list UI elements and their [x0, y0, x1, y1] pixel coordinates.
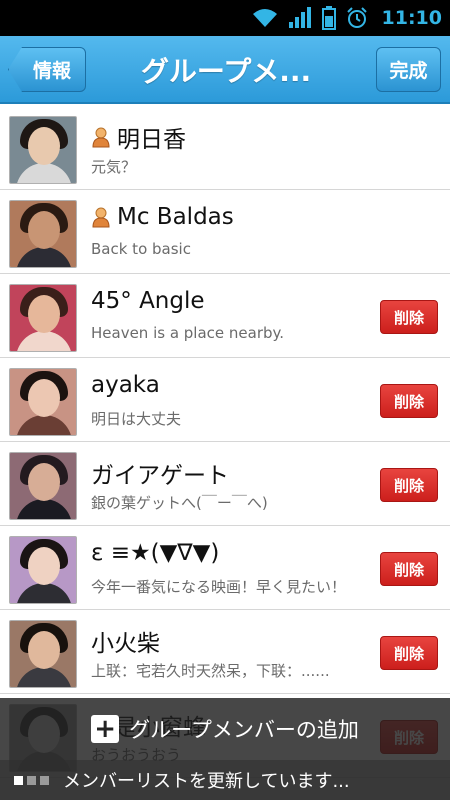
member-row[interactable]: ayaka 明日は大丈夫 削除 — [0, 358, 450, 442]
member-row[interactable]: ガイアゲート銀の葉ゲットへ(￣ー￣へ) 削除 — [0, 442, 450, 526]
member-status: Heaven is a place nearby. — [91, 324, 285, 342]
status-bar: 11:10 — [0, 0, 450, 36]
done-button[interactable]: 完成 — [376, 47, 441, 92]
header-bar: 情報 グループメ... 完成 — [0, 36, 450, 104]
member-row[interactable]: 小火柴上联：宅若久时天然呆，下联：...... 削除 — [0, 610, 450, 694]
member-status: Back to basic — [91, 240, 191, 258]
member-row[interactable]: 45° Angle Heaven is a place nearby. 削除 — [0, 274, 450, 358]
member-name-line: Mc Baldas — [91, 204, 234, 230]
member-name: ガイアゲート — [91, 463, 229, 489]
avatar — [9, 620, 77, 688]
plus-icon: + — [91, 715, 120, 743]
member-name-line: 45° Angle — [91, 288, 205, 314]
page-title: グループメ... — [140, 55, 312, 88]
member-status: 上联：宅若久时天然呆，下联：...... — [91, 662, 330, 680]
member-name: 45° Angle — [91, 288, 205, 314]
avatar — [9, 452, 77, 520]
clock: 11:10 — [381, 7, 442, 29]
delete-member-button[interactable]: 削除 — [380, 384, 438, 418]
member-status: 今年一番気になる映画！早く見たい！ — [91, 578, 347, 596]
delete-member-button[interactable]: 削除 — [380, 300, 438, 334]
member-name-line: 小火柴 — [91, 624, 160, 658]
member-row[interactable]: ε ≡★(▼∇▼) 今年一番気になる映画！早く見たい！ 削除 — [0, 526, 450, 610]
avatar — [9, 284, 77, 352]
member-status: 明日は大丈夫 — [91, 410, 182, 428]
refresh-status-bar: メンバーリストを更新しています... — [0, 760, 450, 800]
member-name: ayaka — [91, 372, 160, 398]
member-list: 明日香元気？ Mc Baldas Back to basic 45° Angle Hea… — [0, 106, 450, 778]
add-member-label: グループメンバーの追加 — [129, 718, 359, 742]
delete-member-button[interactable]: 削除 — [380, 552, 438, 586]
member-name: 小火柴 — [91, 631, 160, 657]
member-name-line: ε ≡★(▼∇▼) — [91, 540, 219, 566]
avatar — [9, 116, 77, 184]
delete-member-button[interactable]: 削除 — [380, 468, 438, 502]
member-row[interactable]: 明日香元気？ — [0, 106, 450, 190]
member-name: 明日香 — [117, 127, 186, 153]
add-member-bar[interactable]: + グループメンバーの追加 — [0, 698, 450, 760]
member-status: 銀の葉ゲットへ(￣ー￣へ) — [91, 494, 268, 512]
refresh-status-text: メンバーリストを更新しています... — [63, 771, 350, 792]
member-status: 元気？ — [91, 158, 137, 176]
avatar — [9, 536, 77, 604]
member-name: Mc Baldas — [117, 204, 234, 230]
member-row[interactable]: Mc Baldas Back to basic — [0, 190, 450, 274]
member-name-line: ayaka — [91, 372, 160, 398]
avatar — [9, 368, 77, 436]
owner-person-icon — [92, 207, 110, 228]
owner-person-icon — [92, 127, 110, 148]
wifi-icon — [252, 9, 277, 27]
member-name-line: 明日香 — [91, 120, 186, 154]
member-name: ε ≡★(▼∇▼) — [91, 540, 220, 566]
member-name-line: ガイアゲート — [91, 456, 229, 490]
avatar — [9, 200, 77, 268]
signal-icon — [288, 7, 311, 28]
alarm-icon — [346, 7, 367, 28]
loading-dots-icon — [14, 775, 49, 785]
battery-icon — [321, 6, 336, 30]
delete-member-button[interactable]: 削除 — [380, 636, 438, 670]
back-button[interactable]: 情報 — [8, 47, 86, 92]
